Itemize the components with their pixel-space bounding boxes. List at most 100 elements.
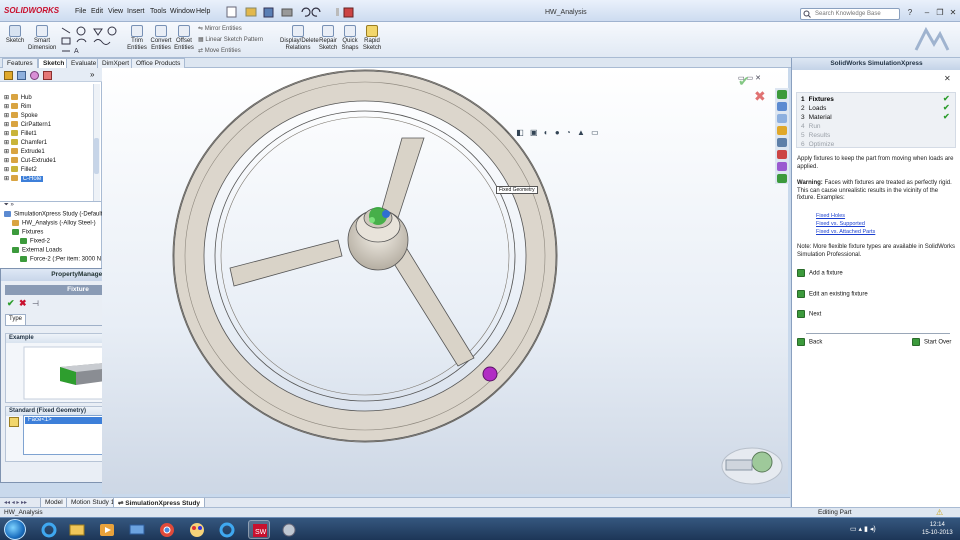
quick-snaps-button[interactable]: Quick Snaps — [340, 25, 360, 52]
link-fixed-vs-supported[interactable]: Fixed vs. Supported — [816, 221, 865, 227]
tab-features[interactable]: Features — [2, 58, 38, 68]
smart-dimension-button[interactable]: Smart Dimension — [28, 25, 56, 52]
move-entities-button[interactable]: ⇄ Move Entities — [198, 47, 241, 54]
start-over-button[interactable]: Start Over — [912, 338, 951, 346]
study-tree-item[interactable]: SimulationXpress Study (-Default — [4, 211, 102, 218]
expand-icon[interactable]: ⊞ — [4, 176, 11, 182]
tool-taskbar-icon[interactable] — [278, 520, 300, 539]
tab-scroll-arrows[interactable]: ◂◂ ◂ ▸ ▸▸ — [4, 499, 27, 506]
solidworks-taskbar-icon[interactable]: SW — [248, 520, 270, 539]
tree-item[interactable]: ⊞ Chamfer1 — [4, 139, 47, 146]
study-tree-item[interactable]: Force-2 (:Per item: 3000 N — [20, 256, 101, 263]
tab-type[interactable]: Type — [5, 314, 27, 325]
study-tree-item[interactable]: Fixtures — [12, 229, 43, 236]
expand-icon[interactable]: ⊞ — [4, 158, 11, 164]
view-palette-tab-icon[interactable] — [777, 138, 787, 147]
step-item[interactable]: 1 Fixtures — [801, 96, 834, 103]
pushpin-icon[interactable]: ⊣ — [32, 299, 39, 308]
quick-access-toolbar[interactable] — [226, 6, 356, 18]
tree-item[interactable]: ⊞ Rim — [4, 103, 31, 110]
back-button[interactable]: Back — [797, 338, 822, 346]
resources-tab-icon[interactable] — [777, 102, 787, 111]
expand-icon[interactable]: ⊞ — [4, 95, 11, 101]
simxpress-tab-icon[interactable] — [777, 90, 787, 99]
tab-sketch[interactable]: Sketch — [38, 58, 70, 68]
menu-window[interactable]: Window — [170, 8, 195, 15]
simxpress-wizard-tab-icon[interactable] — [777, 174, 787, 183]
expand-icon[interactable]: ⊞ — [4, 113, 11, 119]
expand-icon[interactable]: ⊞ — [4, 122, 11, 128]
restore-button[interactable]: ❐ — [935, 8, 945, 18]
close-button[interactable]: ✕ — [948, 8, 958, 18]
offset-entities-button[interactable]: Offset Entities — [174, 25, 194, 52]
step-item[interactable]: 2 Loads — [801, 105, 826, 112]
menu-edit[interactable]: Edit — [91, 8, 103, 15]
linear-sketch-pattern-button[interactable]: ▦ Linear Sketch Pattern — [198, 36, 263, 43]
tree-item[interactable]: ⊞ Spoke — [4, 112, 38, 119]
start-button[interactable] — [4, 519, 26, 540]
study-tree-item[interactable]: External Loads — [12, 247, 62, 254]
close-icon[interactable]: ✕ — [944, 74, 951, 83]
expand-icon[interactable]: ⊞ — [4, 140, 11, 146]
tab-dimxpert[interactable]: DimXpert — [97, 58, 135, 68]
trim-entities-button[interactable]: Trim Entities — [126, 25, 148, 52]
chrome-taskbar-icon[interactable] — [156, 520, 178, 539]
tree-item[interactable]: ⊞ Fillet2 — [4, 166, 37, 173]
filter-icon[interactable]: ⏷ » — [4, 202, 14, 209]
tree-scrollbar-thumb[interactable] — [94, 138, 99, 174]
tree-item[interactable]: ⊞ CirPattern1 — [4, 121, 51, 128]
steering-wheel-model[interactable] — [102, 68, 788, 494]
ok-icon[interactable]: ✔ — [7, 298, 15, 309]
system-tray-icons[interactable]: ▭ ▴ ▮ ◂) — [850, 525, 876, 533]
dimxpert-icon[interactable] — [43, 71, 52, 80]
menu-tools[interactable]: Tools — [150, 8, 166, 15]
expand-icon[interactable]: ⊞ — [4, 104, 11, 110]
next-button[interactable]: Next — [797, 310, 821, 318]
chevron-right-icon[interactable]: » — [90, 70, 94, 79]
graphics-area[interactable]: 🔍︎ ⟲ ✎ ◧ ▣ ◐ ● ◔ ▲ ▭ Fixed Geometry ▭ ▭ … — [102, 68, 788, 494]
ie-taskbar-icon[interactable] — [38, 520, 60, 539]
media-player-taskbar-icon[interactable] — [96, 520, 118, 539]
tree-item[interactable]: ⊞ Cut-Extrude1 — [4, 157, 56, 164]
menu-view[interactable]: View — [108, 8, 123, 15]
minimize-button[interactable]: – — [922, 8, 932, 18]
paint-taskbar-icon[interactable] — [186, 520, 208, 539]
taskbar-clock[interactable]: 12:14 15-10-2013 — [922, 521, 953, 537]
menu-help[interactable]: Help — [196, 8, 210, 15]
menu-insert[interactable]: Insert — [127, 8, 145, 15]
cancel-corner-icon[interactable]: ✖ — [754, 88, 766, 105]
feature-tree-icon[interactable] — [4, 71, 13, 80]
property-manager-icon[interactable] — [17, 71, 26, 80]
expand-icon[interactable]: ⊞ — [4, 149, 11, 155]
repair-sketch-button[interactable]: Repair Sketch — [318, 25, 338, 52]
edit-fixture-button[interactable]: Edit an existing fixture — [797, 290, 868, 298]
appearances-tab-icon[interactable] — [777, 150, 787, 159]
convert-entities-button[interactable]: Convert Entities — [149, 25, 173, 52]
tree-item[interactable]: ⊞ Fillet1 — [4, 130, 37, 137]
tree-item[interactable]: ⊞ Hub — [4, 94, 32, 101]
study-tree-item[interactable]: Fixed-2 — [20, 238, 50, 245]
file-explorer-tab-icon[interactable] — [777, 126, 787, 135]
sketch-entities-icons[interactable]: A — [60, 25, 122, 55]
expand-icon[interactable]: ⊞ — [4, 167, 11, 173]
help-icon[interactable]: ? — [905, 8, 915, 18]
config-manager-icon[interactable] — [30, 71, 39, 80]
tree-item[interactable]: ⊞ Extrude1 — [4, 148, 45, 155]
custom-properties-tab-icon[interactable] — [777, 162, 787, 171]
add-fixture-button[interactable]: Add a fixture — [797, 269, 843, 277]
step-item[interactable]: 3 Material — [801, 114, 832, 121]
solidworks-logo[interactable]: SOLIDWORKS — [4, 6, 59, 15]
mirror-entities-button[interactable]: ⇋ Mirror Entities — [198, 25, 242, 32]
design-library-tab-icon[interactable] — [777, 114, 787, 123]
link-fixed-holes[interactable]: Fixed Holes — [816, 213, 845, 219]
sketch-button[interactable]: Sketch — [4, 25, 26, 45]
ok-corner-icon[interactable]: ✔ — [738, 73, 750, 90]
presentation-taskbar-icon[interactable] — [126, 520, 148, 539]
tab-office-products[interactable]: Office Products — [131, 58, 186, 68]
link-fixed-vs-attached[interactable]: Fixed vs. Attached Parts — [816, 229, 875, 235]
study-tree-item[interactable]: HW_Analysis (-Alloy Steel-) — [12, 220, 96, 227]
tab-evaluate[interactable]: Evaluate — [66, 58, 102, 68]
expand-icon[interactable]: ⊞ — [4, 131, 11, 137]
explorer-taskbar-icon[interactable] — [66, 520, 88, 539]
ie2-taskbar-icon[interactable] — [216, 520, 238, 539]
